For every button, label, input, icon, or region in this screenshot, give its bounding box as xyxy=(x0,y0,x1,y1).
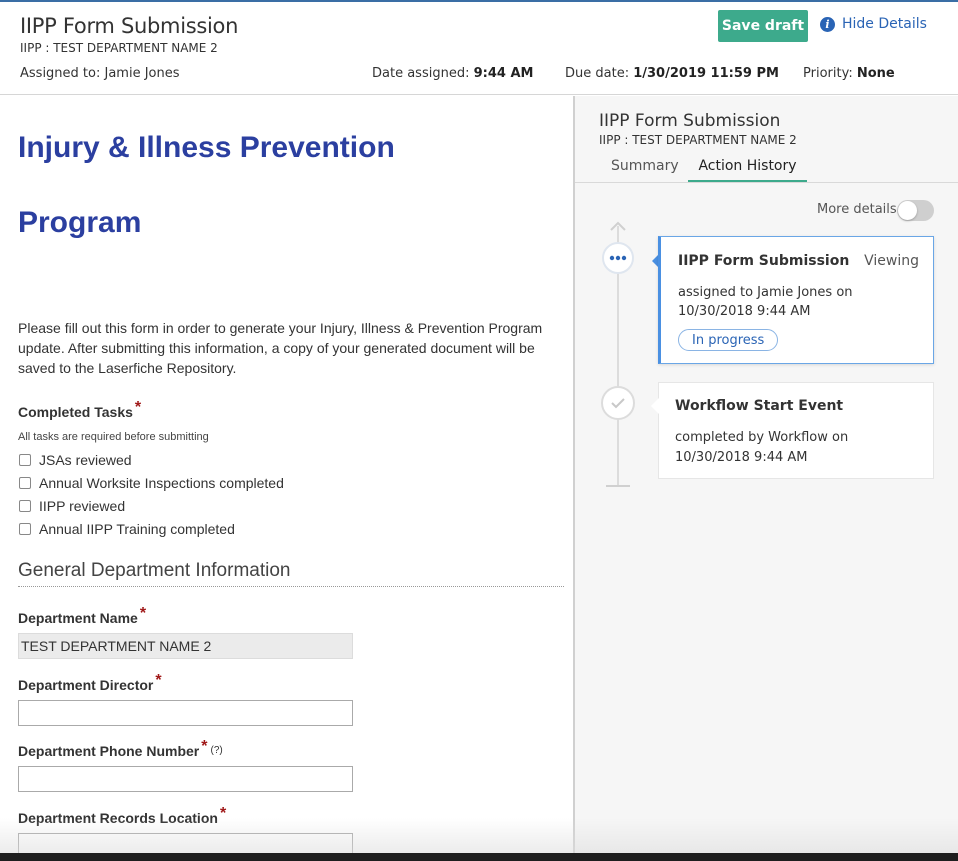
checkbox[interactable] xyxy=(19,500,31,512)
card-pointer xyxy=(651,398,659,414)
form-title-line2: Program xyxy=(18,206,142,239)
tabs-divider xyxy=(575,182,958,183)
dept-records-label-text: Department Records Location xyxy=(18,810,218,826)
task-header: IIPP Form Submission IIPP : TEST DEPARTM… xyxy=(0,2,958,95)
more-details-label: More details xyxy=(817,202,897,217)
status-badge: In progress xyxy=(678,329,779,351)
form-title-line1: Injury & Illness Prevention xyxy=(18,131,395,164)
tab-summary[interactable]: Summary xyxy=(611,158,679,174)
details-subtitle: IIPP : TEST DEPARTMENT NAME 2 xyxy=(599,133,797,147)
required-marker: * xyxy=(201,738,208,755)
task-checkbox-label[interactable]: Annual Worksite Inspections completed xyxy=(39,475,284,491)
task-checkbox-label[interactable]: JSAs reviewed xyxy=(39,452,132,468)
ellipsis-icon xyxy=(602,242,634,274)
history-card-current[interactable]: IIPP Form Submission Viewing assigned to… xyxy=(658,236,934,364)
dept-records-field[interactable] xyxy=(18,833,353,853)
section-divider xyxy=(18,586,564,587)
save-draft-button[interactable]: Save draft xyxy=(718,10,808,42)
priority-label: Priority: xyxy=(803,66,853,81)
task-checkbox-row[interactable]: Annual IIPP Training completed xyxy=(19,521,235,537)
history-card-title: IIPP Form Submission xyxy=(678,253,850,269)
checkbox[interactable] xyxy=(19,477,31,489)
hide-details-link[interactable]: i Hide Details xyxy=(820,16,927,32)
assigned-to-value: Jamie Jones xyxy=(104,66,180,81)
priority-value: None xyxy=(856,66,895,81)
toggle-knob xyxy=(898,201,917,220)
form-intro: Please fill out this form in order to ge… xyxy=(18,320,543,376)
dept-name-field: TEST DEPARTMENT NAME 2 xyxy=(18,633,353,659)
timeline-end xyxy=(606,485,630,487)
task-checkbox-row[interactable]: JSAs reviewed xyxy=(19,452,132,468)
history-card-previous[interactable]: Workflow Start Event completed by Workfl… xyxy=(658,382,934,479)
required-marker: * xyxy=(155,672,162,689)
task-subtitle: IIPP : TEST DEPARTMENT NAME 2 xyxy=(20,41,218,55)
info-icon: i xyxy=(820,16,835,32)
more-details-toggle[interactable] xyxy=(897,200,934,221)
checkbox[interactable] xyxy=(19,454,31,466)
dept-name-label: Department Name * xyxy=(18,605,146,628)
dept-director-field[interactable] xyxy=(18,700,353,726)
dept-phone-label-text: Department Phone Number xyxy=(18,743,200,759)
dept-phone-label: Department Phone Number * (?) xyxy=(18,738,223,761)
task-title: IIPP Form Submission xyxy=(20,14,239,38)
due-date-value: 1/30/2019 11:59 PM xyxy=(633,66,779,81)
required-marker: * xyxy=(219,805,227,822)
required-marker: * xyxy=(139,605,147,622)
task-checkbox-label[interactable]: Annual IIPP Training completed xyxy=(39,521,235,537)
viewing-label: Viewing xyxy=(864,253,919,269)
date-assigned: Date assigned: 9:44 AM xyxy=(372,66,533,81)
priority: Priority: None xyxy=(803,66,895,81)
dept-director-label: Department Director * xyxy=(18,672,162,695)
checkbox[interactable] xyxy=(19,523,31,535)
task-checkbox-row[interactable]: IIPP reviewed xyxy=(19,498,125,514)
check-icon xyxy=(601,386,635,420)
task-checkbox-row[interactable]: Annual Worksite Inspections completed xyxy=(19,475,284,491)
task-checkbox-label[interactable]: IIPP reviewed xyxy=(39,498,125,514)
due-date-label: Due date: xyxy=(565,66,630,81)
window-bottom-bar xyxy=(0,853,958,861)
active-tab-indicator xyxy=(688,180,807,182)
date-assigned-label: Date assigned: xyxy=(372,66,470,81)
dept-director-label-text: Department Director xyxy=(18,677,154,693)
assigned-to: Assigned to: Jamie Jones xyxy=(20,66,180,81)
details-pane: IIPP Form Submission IIPP : TEST DEPARTM… xyxy=(575,96,958,853)
hide-details-label: Hide Details xyxy=(842,16,927,32)
date-assigned-value: 9:44 AM xyxy=(473,66,534,81)
completed-tasks-hint: All tasks are required before submitting xyxy=(18,431,209,443)
dept-records-label: Department Records Location * xyxy=(18,805,226,828)
form-pane: Injury & Illness Prevention Program Plea… xyxy=(0,96,573,853)
history-card-title: Workflow Start Event xyxy=(675,398,844,414)
required-marker: * xyxy=(134,399,142,416)
history-card-body: assigned to Jamie Jones on 10/30/2018 9:… xyxy=(678,285,853,319)
dept-phone-field[interactable] xyxy=(18,766,353,792)
history-card-body: completed by Workflow on 10/30/2018 9:44… xyxy=(675,430,849,465)
assigned-to-label: Assigned to: xyxy=(20,66,101,81)
due-date: Due date: 1/30/2019 11:59 PM xyxy=(565,66,779,81)
section-title: General Department Information xyxy=(18,560,291,581)
details-title: IIPP Form Submission xyxy=(599,111,781,131)
help-icon[interactable]: (?) xyxy=(210,745,222,756)
completed-tasks-label: Completed Tasks * xyxy=(18,399,141,422)
dept-name-label-text: Department Name xyxy=(18,610,138,626)
completed-tasks-label-text: Completed Tasks xyxy=(18,404,133,420)
arrow-up-icon xyxy=(610,221,626,231)
